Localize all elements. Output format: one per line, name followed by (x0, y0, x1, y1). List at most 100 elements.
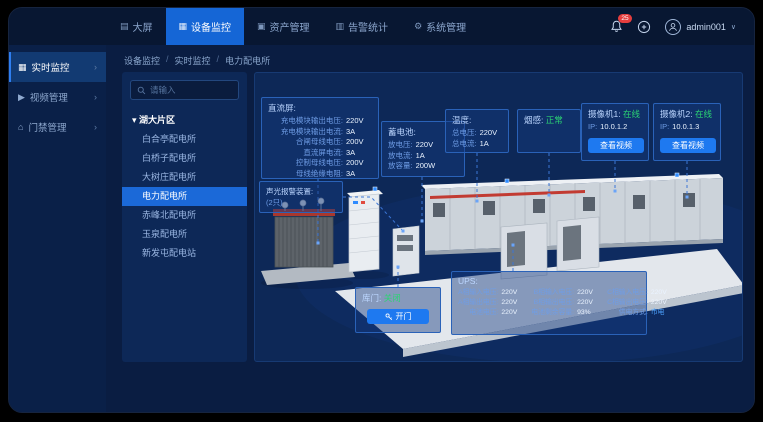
metric-label: B相输入电压: (534, 288, 574, 298)
metric-label: A相输入电压: (458, 288, 498, 298)
top-nav: ▤ 大屏 ▦ 设备监控 ▣ 资产管理 ▥ 告警统计 ⚙ 系统管理 25 (9, 8, 754, 45)
ups-column-a: A相输入电压:220V A相输出电压:220V 电池电压:220V (458, 288, 523, 318)
breadcrumb-separator: / (166, 54, 169, 67)
view-video-button[interactable]: 查看视频 (660, 138, 716, 153)
nav-item-alarm-stats[interactable]: ▥ 告警统计 (323, 8, 402, 45)
metric-label: C相输入电压: (607, 288, 648, 298)
stats-icon: ▥ (336, 21, 345, 32)
callout-camera-2: 摄像机2: 在线 IP:10.0.1.3 查看视频 (653, 103, 721, 161)
username: admin001 (686, 22, 726, 32)
metric-value: 市电 (651, 308, 673, 318)
nav-right-cluster: 25 admin001 ∨ (610, 8, 754, 45)
temperature-title: 温度: (452, 114, 502, 126)
sidebar: ▦ 实时监控 › ▶ 视频管理 › ⌂ 门禁管理 › (9, 45, 106, 412)
nav-label: 资产管理 (270, 19, 310, 34)
nav-label: 系统管理 (426, 19, 466, 34)
metric-value: 220V (480, 128, 502, 139)
app-window: ▤ 大屏 ▦ 设备监控 ▣ 资产管理 ▥ 告警统计 ⚙ 系统管理 25 (8, 7, 755, 413)
nav-item-system[interactable]: ⚙ 系统管理 (401, 8, 479, 45)
sidebar-item-video-management[interactable]: ▶ 视频管理 › (9, 82, 106, 112)
callout-camera-1: 摄像机1: 在线 IP:10.0.1.2 查看视频 (581, 103, 649, 161)
nav-label: 设备监控 (191, 19, 231, 34)
gear-icon: ⚙ (414, 21, 422, 32)
metric-value: 200V (346, 158, 372, 169)
metric-label: 控制母线电压: (296, 158, 343, 169)
sidebar-label: 视频管理 (30, 90, 68, 104)
ip-label: IP: (588, 122, 597, 133)
metric-label: 电池剩余容量: (531, 308, 574, 318)
metric-label: 放电压: (388, 140, 413, 151)
nav-label: 大屏 (133, 19, 153, 34)
search-input[interactable] (150, 85, 232, 95)
sidebar-label: 实时监控 (32, 60, 70, 74)
nav-item-device-monitor[interactable]: ▦ 设备监控 (166, 8, 245, 45)
metric-value: 220V (577, 298, 599, 308)
asset-icon: ▣ (257, 21, 266, 32)
tree-item-station[interactable]: 赤峰北配电所 (122, 206, 247, 225)
metric-label: B相输出电压: (534, 298, 574, 308)
metric-label: 放容量: (388, 161, 413, 172)
breadcrumb-item[interactable]: 实时监控 (175, 54, 211, 67)
camera1-ip: 10.0.1.2 (600, 122, 627, 133)
alarm-count: (2只) (266, 197, 336, 208)
open-door-button[interactable]: 开门 (367, 309, 429, 324)
breadcrumb-item[interactable]: 设备监控 (124, 54, 160, 67)
metric-value: 220V (416, 140, 442, 151)
metric-value: 220V (501, 298, 523, 308)
sidebar-item-access-control[interactable]: ⌂ 门禁管理 › (9, 112, 106, 142)
tree-item-station[interactable]: 玉泉配电所 (122, 225, 247, 244)
breadcrumb-separator: / (217, 54, 220, 67)
notification-bell-button[interactable]: 25 (610, 20, 623, 33)
metric-label: 直流屏电流: (303, 148, 343, 159)
camera2-status: 在线 (695, 109, 712, 119)
metric-value: 220V (501, 288, 523, 298)
ups-column-c: C相输入电压:220V C相输出电压:220V 供电方式:市电 (607, 288, 673, 318)
ups-title: UPS: (458, 276, 640, 286)
callout-door: 库门: 关闭 开门 (355, 287, 441, 333)
open-door-label: 开门 (396, 311, 412, 322)
tree-item-station-selected[interactable]: 电力配电所 (122, 187, 247, 206)
nav-item-bigscreen[interactable]: ▤ 大屏 (107, 8, 166, 45)
sidebar-label: 门禁管理 (28, 120, 66, 134)
search-icon (137, 86, 146, 95)
breadcrumb-item[interactable]: 电力配电所 (225, 54, 270, 67)
sidebar-item-realtime-monitor[interactable]: ▦ 实时监控 › (9, 52, 106, 82)
metric-value: 1A (480, 139, 502, 150)
metric-value: 200V (346, 137, 372, 148)
metric-value: 220V (501, 308, 523, 318)
metric-value: 220V (651, 288, 673, 298)
video-icon: ▶ (18, 92, 25, 103)
callout-smoke-sensor: 烟感: 正常 (517, 109, 581, 153)
metric-label: 母线绝缘电阻: (296, 169, 343, 180)
tree-item-station[interactable]: 白合亭配电所 (122, 130, 247, 149)
metric-value: 93% (577, 308, 599, 318)
tree-root-node[interactable]: ▾ 湖大片区 (122, 110, 247, 130)
callout-temperature: 温度: 总电压:220V 总电流:1A (445, 109, 509, 153)
callout-dc-panel: 直流屏: 充电模块输出电压:220V 充电模块输出电流:3A 合闸母线电压:20… (261, 97, 379, 179)
key-icon (385, 313, 393, 321)
smoke-title: 烟感: (524, 115, 543, 125)
nav-label: 告警统计 (348, 19, 388, 34)
tree-item-station[interactable]: 大树庄配电所 (122, 168, 247, 187)
metric-label: 供电方式: (619, 308, 648, 318)
nav-item-assets[interactable]: ▣ 资产管理 (244, 8, 323, 45)
tree-item-station[interactable]: 白桥子配电所 (122, 149, 247, 168)
metric-value: 220V (577, 288, 599, 298)
metric-label: 电池电压: (469, 308, 498, 318)
metric-label: A相输出电压: (458, 298, 498, 308)
avatar (665, 19, 681, 35)
metric-value: 3A (346, 148, 372, 159)
breadcrumb: 设备监控 / 实时监控 / 电力配电所 (124, 54, 270, 67)
alarm-title: 声光报警装置: (266, 186, 336, 197)
fullscreen-button[interactable] (637, 20, 651, 34)
camera1-status: 在线 (623, 109, 640, 119)
room-monitor-panel: 直流屏: 充电模块输出电压:220V 充电模块输出电流:3A 合闸母线电压:20… (254, 72, 743, 362)
user-menu[interactable]: admin001 ∨ (665, 19, 736, 35)
tree-item-station[interactable]: 新发屯配电站 (122, 244, 247, 263)
metric-label: 总电流: (452, 139, 477, 150)
metric-value: 220V (651, 298, 673, 308)
view-video-button[interactable]: 查看视频 (588, 138, 644, 153)
view-video-label: 查看视频 (600, 140, 632, 151)
chevron-right-icon: › (94, 62, 97, 72)
chevron-down-icon: ∨ (731, 23, 736, 31)
